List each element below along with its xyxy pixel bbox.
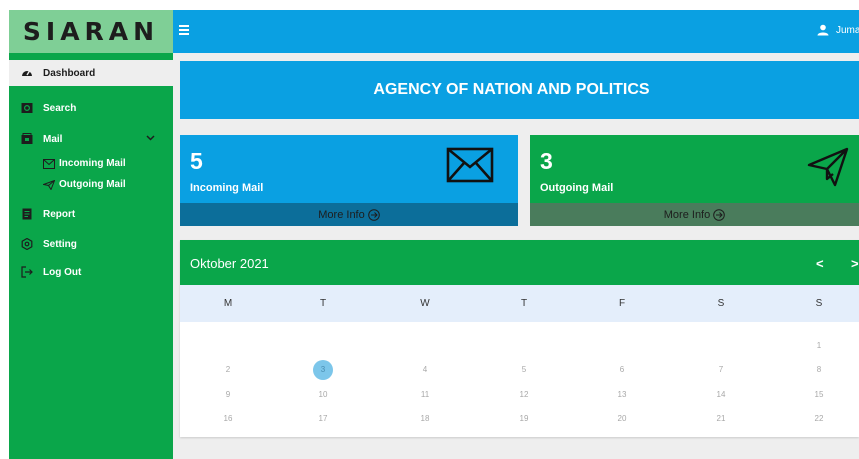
weekday-label: S — [717, 298, 725, 309]
sidebar-item-label: Outgoing Mail — [59, 179, 126, 190]
sidebar: SIARAN Dashboard Search Mail Incoming Ma… — [9, 10, 173, 459]
dashboard-icon — [21, 67, 33, 79]
weekday-label: F — [618, 298, 626, 309]
user-name: Jumadi — [836, 24, 859, 36]
calendar-day[interactable]: 19 — [514, 409, 534, 429]
calendar-day[interactable]: 18 — [415, 409, 435, 429]
report-icon — [21, 208, 33, 220]
calendar-day[interactable]: 1 — [809, 336, 829, 356]
calendar-day[interactable]: 5 — [514, 360, 534, 380]
sidebar-item-outgoing-mail[interactable]: Outgoing Mail — [43, 179, 126, 190]
logo-text: SIARAN — [22, 17, 160, 46]
outgoing-count: 3 — [540, 148, 553, 174]
outgoing-label: Outgoing Mail — [540, 182, 614, 194]
sidebar-item-label: Dashboard — [43, 67, 96, 79]
calendar-day[interactable]: 16 — [218, 409, 238, 429]
more-info-label: More Info — [318, 208, 365, 221]
calendar: Oktober 2021 < > MTWTFSS 1 2 3 4 5 6 7 8 9 10 11 12… — [180, 240, 859, 437]
sidebar-item-mail[interactable]: Mail — [9, 129, 173, 149]
outgoing-mail-card: 3 Outgoing Mail More Info — [530, 135, 859, 226]
envelope-icon — [446, 147, 494, 188]
logo[interactable]: SIARAN — [9, 10, 173, 53]
weekday-label: S — [815, 298, 823, 309]
calendar-next-button[interactable]: > — [851, 256, 859, 271]
user-menu[interactable]: Jumadi — [817, 24, 859, 36]
paper-plane-icon — [43, 179, 55, 190]
incoming-mail-card: 5 Incoming Mail More Info — [180, 135, 518, 226]
mail-icon — [21, 133, 33, 145]
calendar-day-today[interactable]: 3 — [313, 360, 333, 380]
logout-icon — [21, 266, 33, 278]
more-info-label: More Info — [663, 208, 711, 221]
sidebar-item-label: Mail — [43, 133, 63, 145]
gear-icon — [21, 238, 33, 250]
calendar-day[interactable]: 10 — [313, 385, 333, 405]
hamburger-icon[interactable] — [179, 25, 189, 35]
calendar-day[interactable]: 2 — [218, 360, 238, 380]
calendar-day[interactable]: 7 — [711, 360, 731, 380]
sidebar-item-label: Setting — [43, 238, 77, 250]
calendar-day[interactable]: 20 — [612, 409, 632, 429]
calendar-day[interactable]: 8 — [809, 360, 829, 380]
sidebar-item-label: Log Out — [43, 266, 82, 278]
weekday-label: T — [520, 298, 528, 309]
search-icon — [21, 102, 33, 114]
sidebar-item-logout[interactable]: Log Out — [9, 262, 173, 282]
user-icon — [817, 24, 829, 36]
sidebar-item-dashboard[interactable]: Dashboard — [9, 60, 173, 86]
calendar-weekday-row: MTWTFSS — [180, 285, 859, 322]
calendar-day[interactable]: 6 — [612, 360, 632, 380]
app-frame: SIARAN Dashboard Search Mail Incoming Ma… — [9, 10, 859, 459]
arrow-circle-right-icon — [713, 208, 726, 221]
calendar-day[interactable]: 21 — [711, 409, 731, 429]
incoming-count: 5 — [190, 148, 203, 174]
calendar-month-title: Oktober 2021 — [190, 256, 269, 271]
agency-banner: AGENCY OF NATION AND POLITICS — [180, 61, 859, 119]
calendar-day[interactable]: 13 — [612, 385, 632, 405]
sidebar-item-setting[interactable]: Setting — [9, 234, 173, 254]
sidebar-item-report[interactable]: Report — [9, 204, 173, 224]
calendar-prev-button[interactable]: < — [816, 256, 824, 271]
calendar-day[interactable]: 12 — [514, 385, 534, 405]
arrow-circle-right-icon — [367, 208, 380, 221]
sidebar-item-label: Search — [43, 102, 77, 114]
weekday-label: W — [420, 298, 430, 309]
sidebar-item-search[interactable]: Search — [9, 98, 173, 118]
sidebar-item-label: Incoming Mail — [59, 158, 126, 169]
calendar-day[interactable]: 9 — [218, 385, 238, 405]
calendar-day[interactable]: 15 — [809, 385, 829, 405]
incoming-more-info-link[interactable]: More Info — [180, 203, 518, 226]
chevron-down-icon[interactable] — [146, 133, 155, 144]
topbar: Jumadi — [173, 10, 859, 53]
calendar-day[interactable]: 11 — [415, 385, 435, 405]
weekday-label: M — [223, 298, 233, 309]
weekday-label: T — [319, 298, 327, 309]
page-title: AGENCY OF NATION AND POLITICS — [373, 81, 650, 98]
calendar-header: Oktober 2021 < > — [180, 240, 859, 285]
calendar-day[interactable]: 14 — [711, 385, 731, 405]
envelope-icon — [43, 158, 55, 169]
incoming-label: Incoming Mail — [190, 182, 264, 194]
paper-plane-icon — [807, 147, 849, 192]
sidebar-item-incoming-mail[interactable]: Incoming Mail — [43, 158, 126, 169]
outgoing-more-info-link[interactable]: More Info — [530, 203, 859, 226]
calendar-day[interactable]: 4 — [415, 360, 435, 380]
sidebar-item-label: Report — [43, 208, 76, 220]
calendar-day[interactable]: 17 — [313, 409, 333, 429]
calendar-day[interactable]: 22 — [809, 409, 829, 429]
